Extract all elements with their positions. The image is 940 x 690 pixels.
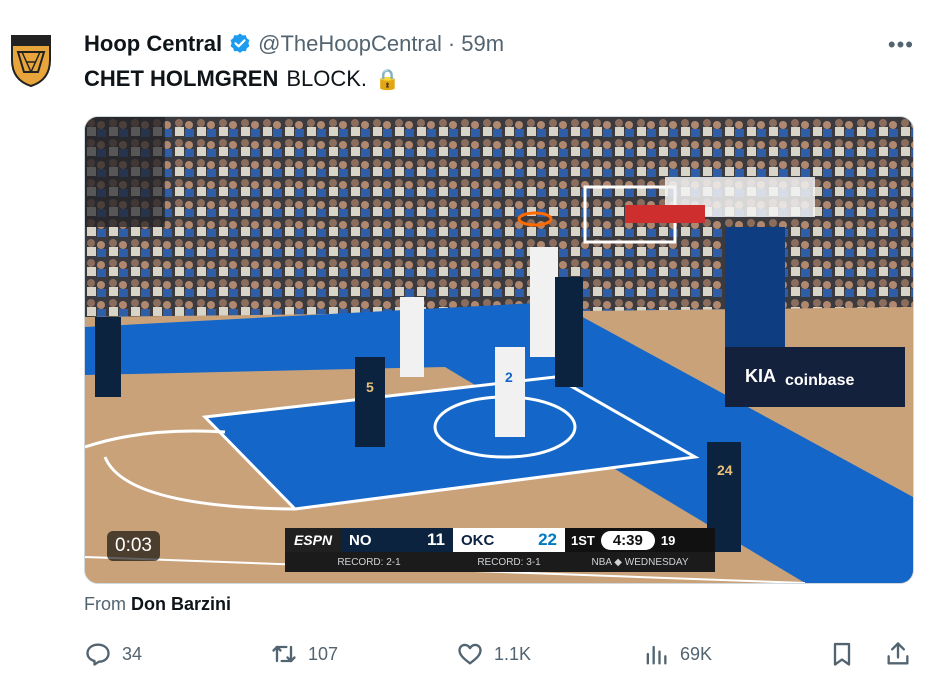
home-team-name: OKC bbox=[461, 531, 495, 549]
hoop-central-logo-icon bbox=[11, 35, 51, 88]
like-count: 1.1K bbox=[494, 643, 532, 664]
game-clock: 1ST 4:39 19 bbox=[565, 528, 715, 552]
more-options-icon[interactable]: ••• bbox=[888, 32, 914, 58]
quarter: 1ST bbox=[571, 532, 595, 548]
retweet-icon bbox=[272, 645, 296, 663]
display-name[interactable]: Hoop Central bbox=[84, 31, 222, 57]
reply-button[interactable]: 34 bbox=[84, 640, 142, 668]
handle[interactable]: @TheHoopCentral bbox=[258, 31, 442, 57]
svg-text:coinbase: coinbase bbox=[785, 372, 854, 389]
home-record: RECORD: 3-1 bbox=[477, 556, 541, 568]
jersey-number-24: 24 bbox=[717, 462, 733, 478]
from-name[interactable]: Don Barzini bbox=[131, 594, 231, 614]
broadcast-brand: NBA ◆ WEDNESDAY bbox=[591, 556, 689, 568]
avatar[interactable] bbox=[8, 30, 54, 88]
separator-dot: · bbox=[447, 31, 456, 56]
tweet-text-rest: BLOCK. bbox=[286, 66, 368, 91]
scorebug: ESPN NO 11 OKC 22 1ST 4:39 19 RECORD: 2-… bbox=[285, 528, 715, 572]
jersey-number-5: 5 bbox=[366, 379, 374, 395]
like-button[interactable]: 1.1K bbox=[456, 640, 531, 668]
retweet-count: 107 bbox=[308, 643, 339, 664]
network-logo: ESPN bbox=[285, 528, 341, 552]
video-frame: KIA coinbase bbox=[85, 117, 913, 583]
away-team-score: 11 bbox=[427, 530, 445, 549]
verified-badge-icon bbox=[228, 32, 252, 56]
video-player[interactable]: KIA coinbase 5 2 24 ESPN NO 11 OKC 22 1S… bbox=[84, 116, 914, 584]
clock: 4:39 bbox=[600, 530, 655, 550]
views-chart-icon bbox=[646, 645, 667, 665]
svg-text:KIA: KIA bbox=[745, 366, 776, 386]
views-button[interactable]: 69K bbox=[642, 640, 712, 668]
away-team-name: NO bbox=[349, 531, 372, 549]
tweet-text-bold: CHET HOLMGREN bbox=[84, 66, 279, 91]
lock-emoji-icon: 🔒 bbox=[375, 68, 400, 91]
tweet: Hoop Central @TheHoopCentral · 59m ••• C… bbox=[0, 0, 940, 690]
timestamp[interactable]: 59m bbox=[461, 31, 504, 57]
from-label: From bbox=[84, 594, 126, 614]
home-team: OKC 22 bbox=[453, 528, 565, 552]
views-count: 69K bbox=[680, 643, 713, 664]
share-icon bbox=[887, 642, 909, 665]
action-bar: 34 107 1.1K 69K bbox=[84, 640, 914, 670]
retweet-button[interactable]: 107 bbox=[270, 640, 338, 668]
tweet-header: Hoop Central @TheHoopCentral · 59m bbox=[84, 30, 504, 58]
jersey-number-2: 2 bbox=[505, 369, 513, 385]
away-team: NO 11 bbox=[341, 528, 453, 552]
reply-count: 34 bbox=[122, 643, 143, 664]
tweet-text: CHET HOLMGREN BLOCK. 🔒 bbox=[84, 66, 400, 92]
bookmark-icon bbox=[833, 642, 851, 666]
home-team-score: 22 bbox=[538, 530, 557, 549]
heart-icon bbox=[458, 643, 482, 665]
bookmark-button[interactable] bbox=[828, 640, 856, 668]
share-button[interactable] bbox=[884, 640, 912, 668]
reply-icon bbox=[86, 643, 110, 666]
video-duration: 0:03 bbox=[107, 531, 160, 561]
away-record: RECORD: 2-1 bbox=[337, 556, 401, 568]
shot-clock: 19 bbox=[660, 532, 676, 548]
media-attribution: From Don Barzini bbox=[84, 594, 231, 615]
